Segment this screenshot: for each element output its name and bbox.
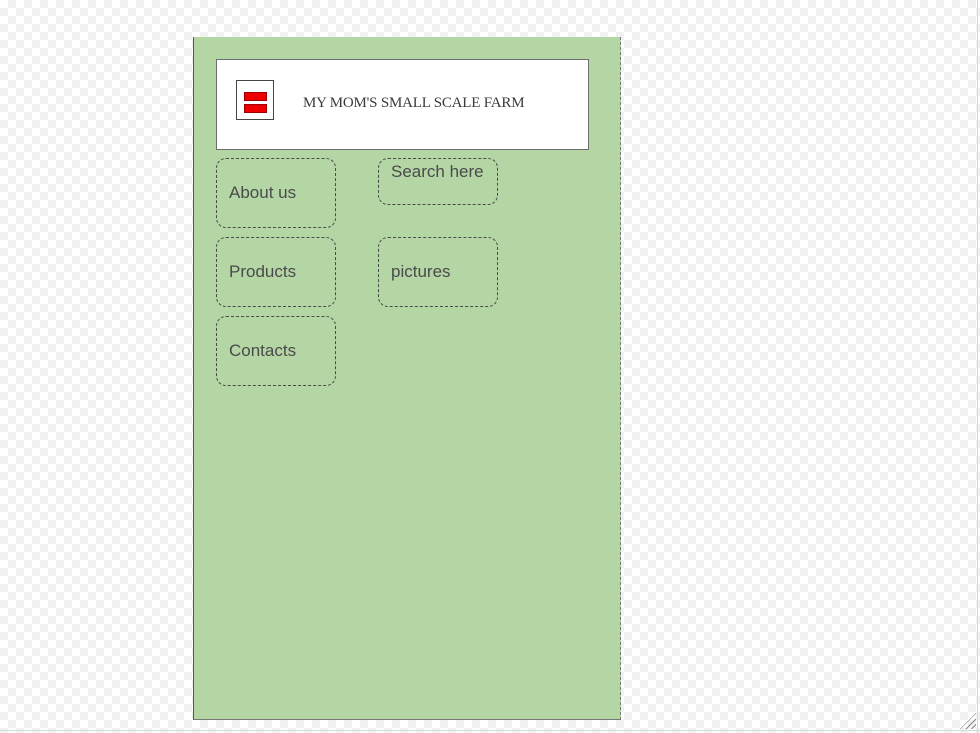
- about-us-button[interactable]: About us: [216, 158, 336, 228]
- products-button[interactable]: Products: [216, 237, 336, 307]
- site-title: MY MOM'S SMALL SCALE FARM: [303, 95, 525, 111]
- hamburger-menu-icon[interactable]: [236, 80, 274, 120]
- menu-bar-top: [244, 92, 267, 101]
- search-input[interactable]: Search here: [378, 158, 498, 205]
- resize-grip-icon[interactable]: [960, 713, 976, 729]
- contacts-button[interactable]: Contacts: [216, 316, 336, 386]
- site-header: MY MOM'S SMALL SCALE FARM: [216, 59, 589, 150]
- page-border-right: [977, 0, 978, 733]
- page-border-bottom: [0, 730, 980, 731]
- mobile-app-frame: MY MOM'S SMALL SCALE FARM About us Searc…: [193, 37, 621, 720]
- menu-bar-bottom: [244, 104, 267, 113]
- pictures-button[interactable]: pictures: [378, 237, 498, 307]
